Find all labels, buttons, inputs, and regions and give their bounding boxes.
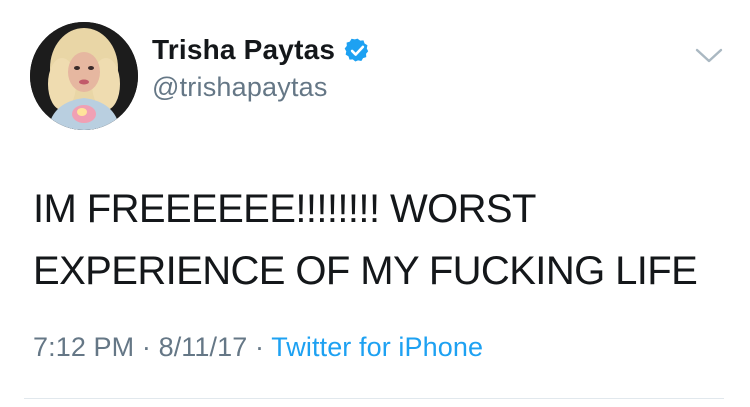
- avatar[interactable]: [30, 22, 138, 130]
- verified-badge-icon: [344, 37, 371, 64]
- chevron-down-icon[interactable]: [693, 46, 725, 66]
- user-handle[interactable]: @trishapaytas: [152, 72, 328, 103]
- tweet-date[interactable]: 8/11/17: [159, 332, 248, 362]
- tweet-metadata: 7:12 PM · 8/11/17 · Twitter for iPhone: [33, 332, 483, 363]
- tweet-text: IM FREEEEEE!!!!!!!! WORST EXPERIENCE OF …: [33, 187, 698, 293]
- meta-separator: ·: [254, 332, 265, 362]
- tweet-source-link[interactable]: Twitter for iPhone: [271, 332, 483, 362]
- display-name[interactable]: Trisha Paytas: [152, 34, 335, 66]
- author-name-row[interactable]: Trisha Paytas: [152, 34, 371, 66]
- divider: [24, 398, 724, 399]
- tweet-time[interactable]: 7:12 PM: [33, 332, 134, 362]
- avatar-image: [30, 22, 138, 130]
- meta-separator: ·: [141, 332, 151, 362]
- tweet-card: Trisha Paytas @trishapaytas IM FREEEEEE!…: [0, 0, 750, 407]
